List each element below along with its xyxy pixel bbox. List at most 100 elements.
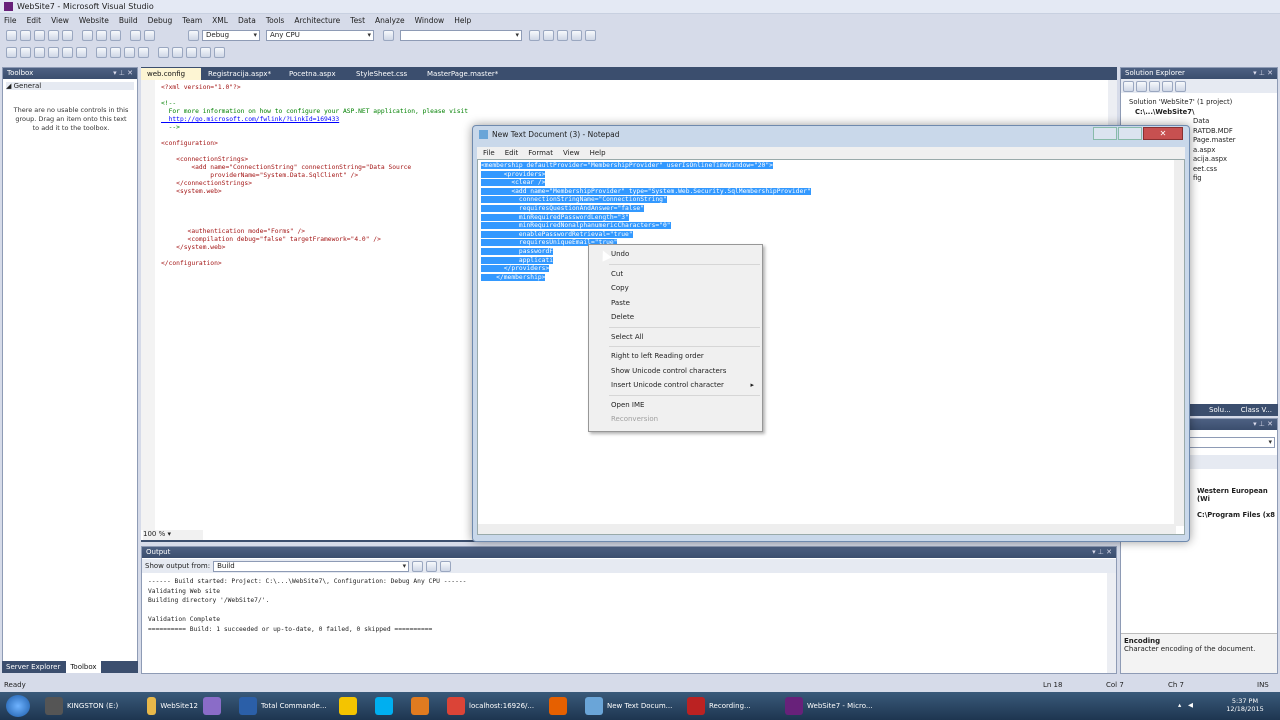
project-node[interactable]: C:\...\WebSite7\ [1129,108,1236,118]
start-debug-icon[interactable] [188,30,199,41]
find-combo[interactable] [400,30,522,41]
menu-item-architecture[interactable]: Architecture [294,16,340,25]
menu-item-team[interactable]: Team [182,16,202,25]
clock[interactable]: 5:37 PM 12/18/2015 [1224,697,1266,713]
tab-class-view[interactable]: Class V... [1241,404,1272,416]
notepad-menu-file[interactable]: File [483,147,495,159]
volume-icon[interactable]: ◀ [1188,701,1193,709]
taskbar-button[interactable]: WebSite12 [144,692,198,720]
bookmark-icon[interactable] [96,47,107,58]
context-menu-item[interactable]: Open IME [589,398,762,413]
notepad-hscrollbar[interactable] [478,524,1176,534]
solution-item[interactable]: acija.aspx [1193,155,1236,165]
uncomment-icon[interactable] [76,47,87,58]
word-wrap-icon[interactable] [440,560,452,572]
taskbar-button[interactable]: WebSite7 - Micro... [782,692,882,720]
context-menu-item[interactable]: Cut [589,267,762,282]
menu-item-tools[interactable]: Tools [266,16,284,25]
source-view-icon[interactable] [214,47,225,58]
solution-explorer-icon[interactable] [529,30,540,41]
maximize-button[interactable] [1118,127,1142,140]
context-menu-item[interactable]: Paste [589,296,762,311]
editor-tab[interactable]: Pocetna.aspx [283,68,349,80]
menu-item-help[interactable]: Help [454,16,471,25]
platform-dropdown[interactable]: Any CPU [266,30,374,41]
editor-code[interactable]: <?xml version="1.0"?> <!-- For more info… [161,84,468,268]
save-icon[interactable] [48,30,59,41]
taskbar-button[interactable] [372,692,406,720]
encoding-value[interactable]: Western European (Wi [1197,487,1277,503]
zoom-indicator[interactable]: 100 % ▾ [143,530,203,540]
add-item-icon[interactable] [20,30,31,41]
menu-item-xml[interactable]: XML [212,16,228,25]
menu-item-build[interactable]: Build [119,16,138,25]
context-menu-item[interactable]: Select All [589,330,762,345]
design-view-icon[interactable] [186,47,197,58]
save-all-icon[interactable] [62,30,73,41]
menu-item-debug[interactable]: Debug [148,16,173,25]
redo-icon[interactable] [144,30,155,41]
prev-bookmark-icon[interactable] [110,47,121,58]
editor-tab[interactable]: StyleSheet.css [350,68,420,80]
editor-tab[interactable]: MasterPage.master* [421,68,505,80]
menu-item-website[interactable]: Website [79,16,109,25]
taskbar-button[interactable] [546,692,580,720]
toolbox-icon[interactable] [571,30,582,41]
taskbar-button[interactable] [200,692,234,720]
cut-icon[interactable] [82,30,93,41]
menu-item-data[interactable]: Data [238,16,256,25]
notepad-menu-view[interactable]: View [563,147,580,159]
taskbar-button[interactable]: KINGSTON (E:) [42,692,142,720]
context-menu-item[interactable]: Show Unicode control characters [589,364,762,379]
context-menu-item[interactable]: Insert Unicode control character ▸ [589,378,762,393]
properties-icon[interactable] [543,30,554,41]
tab-solution-explorer[interactable]: Solu... [1209,404,1231,416]
extension-manager-icon[interactable] [585,30,596,41]
context-menu-item[interactable]: Undo [589,247,762,262]
copy-icon[interactable] [96,30,107,41]
notepad-text-area[interactable]: <membership defaultProvider="MembershipP… [477,159,1185,535]
output-source-dropdown[interactable]: Build [213,560,410,572]
tab-toolbox[interactable]: Toolbox [66,661,101,673]
taskbar-button[interactable]: Total Commande... [236,692,334,720]
paste-icon[interactable] [110,30,121,41]
comment-icon[interactable] [62,47,73,58]
output-scrollbar[interactable] [1107,573,1116,673]
path-value[interactable]: C:\Program Files (x8 [1197,511,1275,519]
new-project-icon[interactable] [6,30,17,41]
tab-server-explorer[interactable]: Server Explorer [6,661,60,673]
taskbar-button[interactable] [336,692,370,720]
indent-icon[interactable] [48,47,59,58]
find-message-icon[interactable] [412,560,424,572]
outdent-icon[interactable] [34,47,45,58]
taskbar-button[interactable]: New Text Docum... [582,692,682,720]
nav-back-icon[interactable] [6,47,17,58]
solution-item[interactable]: RATDB.MDF [1193,127,1236,137]
view-code-icon[interactable] [1175,81,1186,92]
output-text[interactable]: ------ Build started: Project: C:\...\We… [148,577,466,634]
menu-item-test[interactable]: Test [350,16,365,25]
minimize-button[interactable] [1093,127,1117,140]
refresh-icon[interactable] [1149,81,1160,92]
solution-root[interactable]: Solution 'WebSite7' (1 project) [1129,98,1236,108]
menu-item-window[interactable]: Window [415,16,445,25]
pin-icon[interactable]: ▾ ⊥ ✕ [113,68,133,79]
taskbar-button[interactable] [408,692,442,720]
context-menu-item[interactable]: Copy [589,281,762,296]
notepad-menu-edit[interactable]: Edit [505,147,519,159]
split-view-icon[interactable] [200,47,211,58]
clear-bookmark-icon[interactable] [138,47,149,58]
close-button[interactable]: ✕ [1143,127,1183,140]
taskbar-button[interactable]: Recording... [684,692,780,720]
solution-item[interactable]: Data [1193,117,1236,127]
solution-item[interactable]: fig [1193,174,1236,184]
clear-all-icon[interactable] [426,560,438,572]
object-browser-icon[interactable] [557,30,568,41]
pin-icon[interactable]: ▾ ⊥ ✕ [1253,419,1273,430]
solution-item[interactable]: Page.master [1193,136,1236,146]
show-all-files-icon[interactable] [1136,81,1147,92]
pin-icon[interactable]: ▾ ⊥ ✕ [1092,547,1112,558]
format-icon[interactable] [158,47,169,58]
nest-icon[interactable] [1162,81,1173,92]
next-bookmark-icon[interactable] [124,47,135,58]
